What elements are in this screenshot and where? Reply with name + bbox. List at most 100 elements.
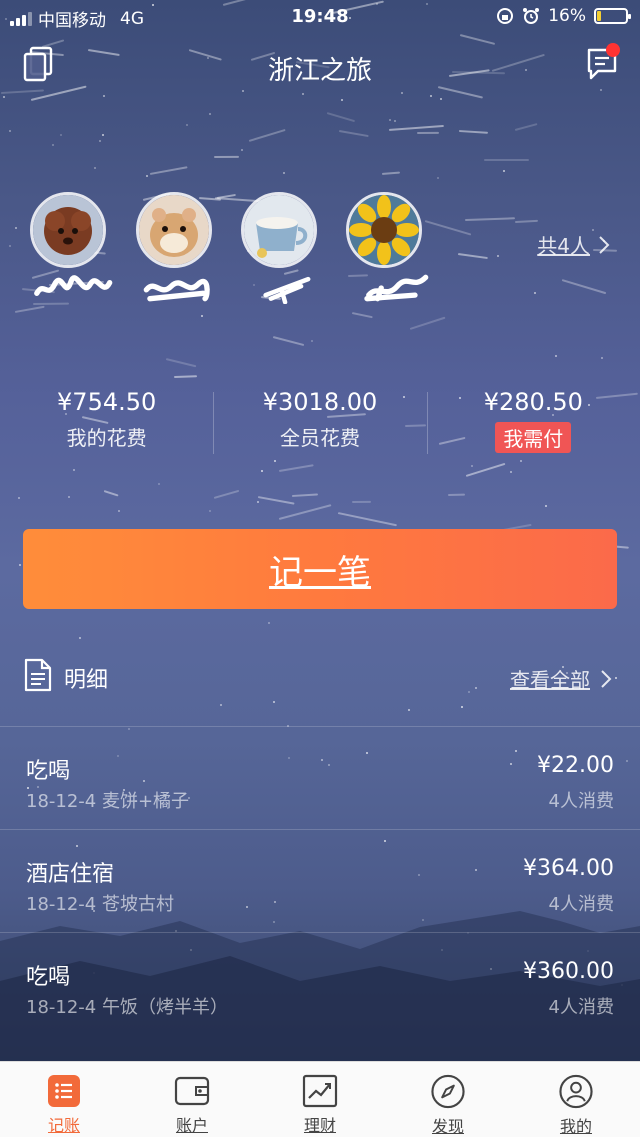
document-icon [24,658,52,692]
view-all-link[interactable]: 查看全部 [510,664,612,693]
star [554,354,557,357]
avatar [241,192,317,268]
star [600,356,603,359]
star-trail [381,172,400,176]
expense-people: 4人消费 [548,894,614,915]
hamster-avatar-image [139,195,209,265]
star-trail [416,131,439,134]
member-count-link[interactable]: 共4人 [537,230,610,259]
star [283,172,286,175]
my-spend-value: ¥754.50 [57,388,157,416]
expense-row[interactable]: 吃喝 18-12-4 麦饼+橘子 ¥22.00 4人消费 [0,726,640,829]
star [157,482,160,485]
star [94,167,97,170]
expense-description: 18-12-4 苍坡古村 [26,894,174,915]
expense-category: 酒店住宿 [26,862,115,887]
expense-amount: ¥364.00 [523,856,614,881]
star [51,143,54,146]
star [388,119,391,122]
star-trail [484,159,529,162]
list-icon [48,1075,80,1107]
member-name-scribble [263,276,311,304]
battery-percent: 16% [548,6,586,26]
star [510,471,513,474]
star [310,339,313,342]
star [208,510,211,513]
star-trail [338,130,369,138]
star [186,123,189,126]
star-trail [272,336,304,347]
star-trail [389,124,445,131]
tab-label: 发现 [431,1117,464,1136]
star-trail [291,493,318,498]
all-spend-value: ¥3018.00 [262,388,378,416]
i-owe-summary[interactable]: ¥280.50 我需付 [426,388,640,468]
star [240,148,243,151]
star-trail [213,156,240,159]
star [101,133,104,136]
star-trail [174,375,197,379]
details-title: 明细 [64,668,109,693]
member-avatar-1[interactable] [30,192,113,304]
expense-summary: ¥754.50 我的花费 ¥3018.00 全员花费 ¥280.50 我需付 [0,388,640,468]
tab-discover[interactable]: 发现 [384,1062,512,1137]
star [440,98,443,100]
star-trail [352,500,372,503]
chevron-right-icon [599,235,610,254]
avatar [136,192,212,268]
star [502,170,505,173]
star [18,496,21,499]
messages-button[interactable] [582,43,622,84]
member-name-scribble [143,279,210,302]
star [14,226,17,229]
tab-account[interactable]: 账户 [128,1062,256,1137]
star-trail [14,305,45,313]
member-avatar-3[interactable] [241,192,317,304]
expense-people: 4人消费 [548,791,614,812]
star-trail [514,122,538,131]
star-trail [409,316,446,331]
chart-icon [302,1074,338,1108]
star-trail [213,490,239,500]
chevron-right-icon [601,669,612,688]
star [408,708,411,711]
star [430,95,433,98]
star [59,133,62,136]
notification-badge [606,43,620,57]
tab-finance[interactable]: 理财 [256,1062,384,1137]
star-trail [103,489,119,497]
expense-row[interactable]: 吃喝 18-12-4 午饭（烤半羊） ¥360.00 4人消费 [0,932,640,1035]
member-avatar-4[interactable] [346,192,429,304]
details-header: 明细 查看全部 [24,656,616,698]
record-expense-button[interactable]: 记一笔 [23,529,617,609]
avatar [30,192,106,268]
tab-label: 理财 [303,1116,336,1135]
expense-amount: ¥22.00 [537,753,614,778]
tab-label: 账户 [175,1116,208,1135]
expense-description: 18-12-4 午饭（烤半羊） [26,997,228,1018]
star [118,509,121,512]
star [8,245,11,248]
sunflower-avatar-image [349,195,419,265]
battery-level [597,11,602,21]
star [18,563,21,566]
star [200,314,203,317]
star-trail [447,493,465,497]
my-spend-summary: ¥754.50 我的花费 [0,388,213,468]
bottom-tab-bar: 记账 账户 理财 发现 我的 [0,1061,640,1137]
tab-profile[interactable]: 我的 [512,1062,640,1137]
battery-icon [594,8,631,24]
avatar [346,192,422,268]
star [145,175,148,178]
star-trail [150,166,189,175]
star [268,622,271,625]
star-trail [351,311,372,318]
expense-amount: ¥360.00 [523,959,614,984]
expense-row[interactable]: 酒店住宿 18-12-4 苍坡古村 ¥364.00 4人消费 [0,829,640,932]
tab-bookkeeping[interactable]: 记账 [0,1062,128,1137]
star [437,176,440,179]
expense-description: 18-12-4 麦饼+橘子 [26,791,190,812]
rotation-lock-icon [497,8,514,24]
user-icon [559,1074,593,1109]
member-avatar-2[interactable] [136,192,212,304]
